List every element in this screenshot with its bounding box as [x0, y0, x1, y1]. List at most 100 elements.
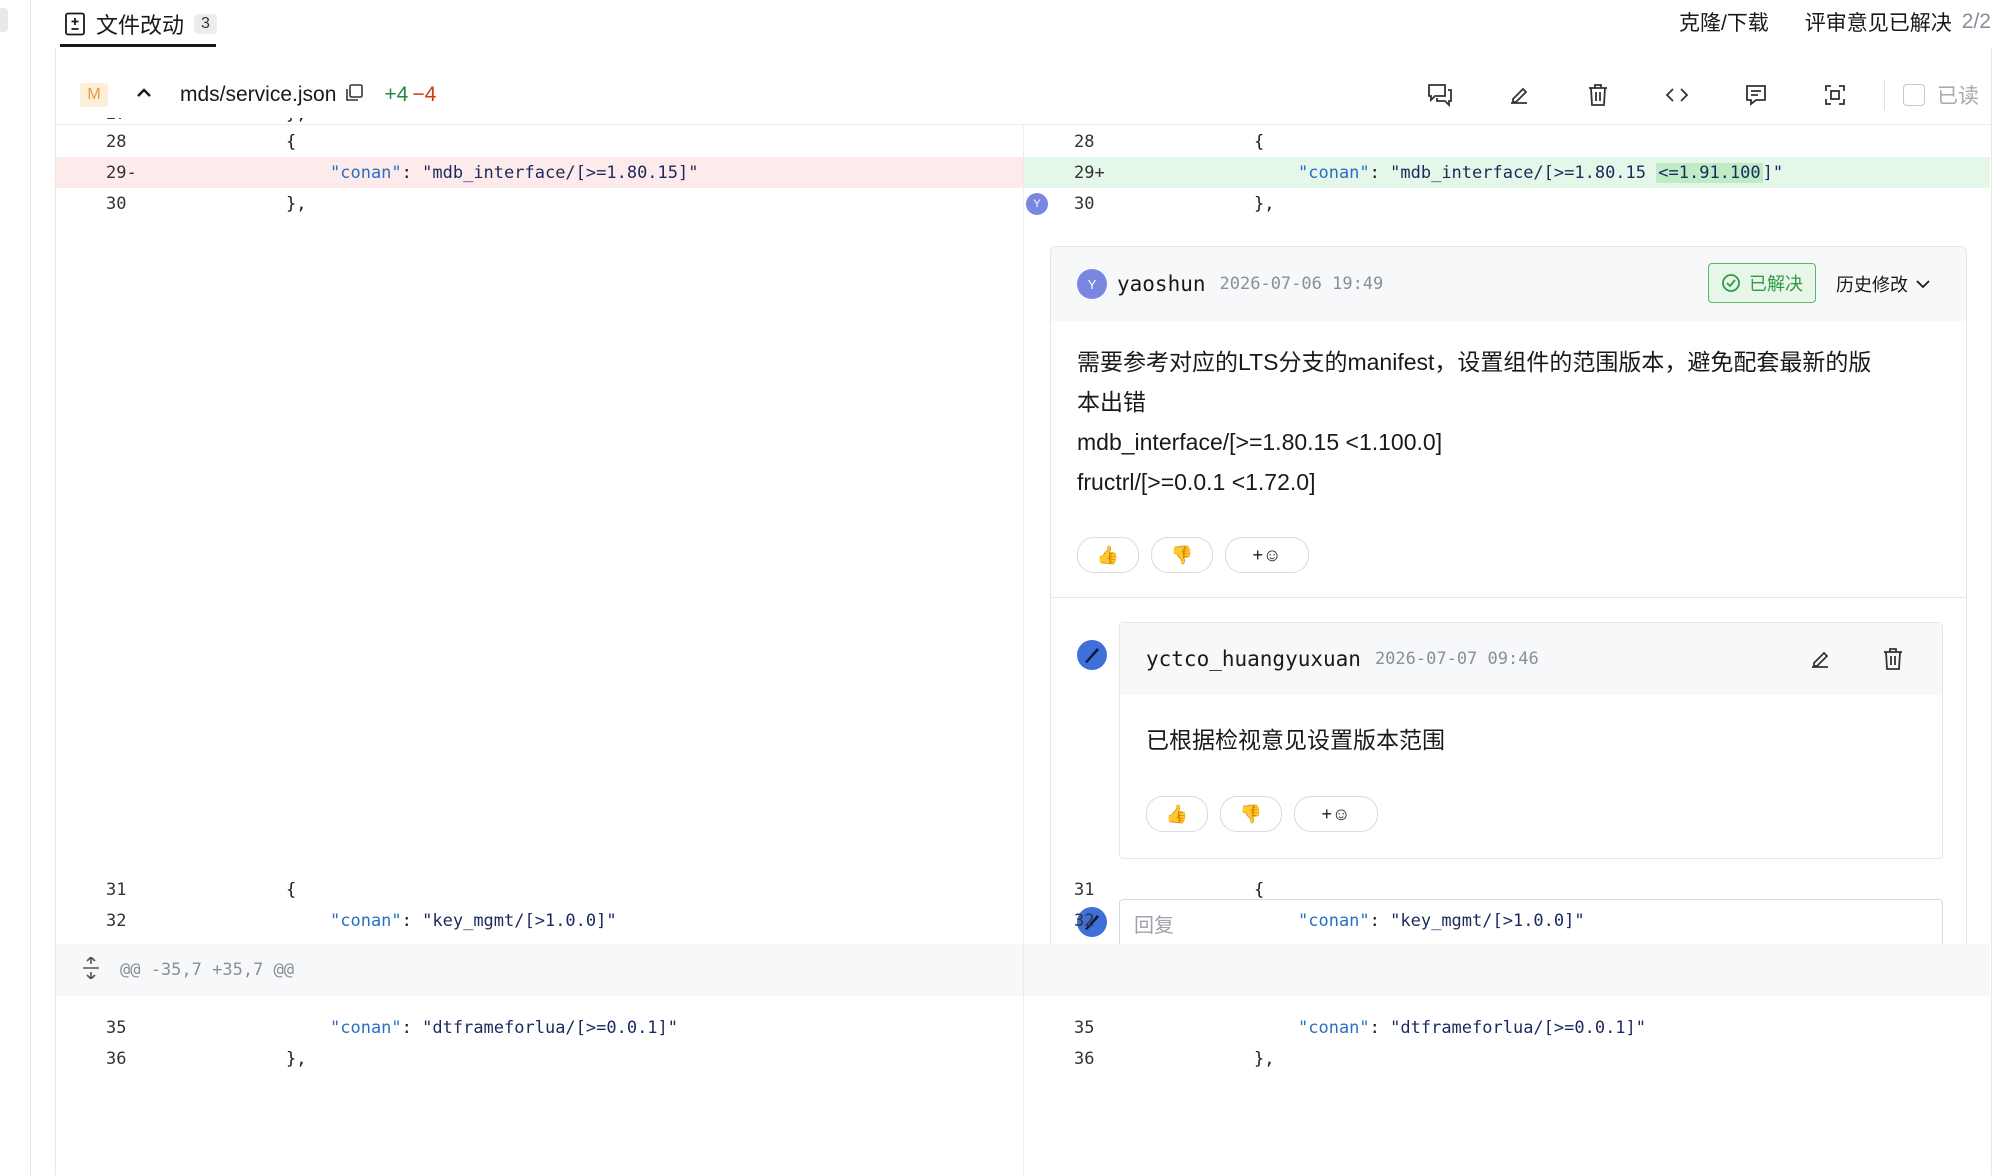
file-header: M mds/service.json +4 −4 已读 — [56, 66, 1991, 125]
tab-files-count: 3 — [194, 14, 217, 34]
thumbs-down-reaction[interactable]: 👎 — [1220, 796, 1282, 832]
resolved-button[interactable]: 已解决 — [1708, 263, 1816, 303]
delete-icon[interactable] — [1558, 66, 1637, 124]
hunk-range: @@ -35,7 +35,7 @@ — [120, 960, 294, 980]
code-value: "key_mgmt/[>1.0.0]" — [422, 910, 617, 931]
file-name: mds/service.json — [180, 83, 337, 106]
code-key: "conan" — [330, 162, 402, 183]
thumbs-up-reaction[interactable]: 👍 — [1077, 537, 1139, 573]
additions-count: +4 — [384, 83, 409, 106]
fullscreen-icon[interactable] — [1795, 66, 1874, 124]
reply-card: yctco_huangyuxuan 2026-07-07 09:46 已根据检视… — [1119, 622, 1943, 859]
line-number: 36 — [106, 1048, 127, 1069]
code-view-icon[interactable] — [1637, 66, 1716, 124]
delete-icon[interactable] — [1882, 647, 1904, 676]
edit-icon[interactable] — [1479, 66, 1558, 124]
code-line: }, — [286, 193, 307, 214]
line-number: 32 — [1074, 910, 1095, 931]
tab-active-indicator — [60, 44, 216, 47]
code-value-end: ]" — [1762, 162, 1784, 183]
line-number: 31 — [106, 879, 127, 900]
code-key: "conan" — [1298, 1017, 1370, 1038]
code-line: "conan": "key_mgmt/[>1.0.0]" — [1298, 910, 1585, 931]
diff-row: Y 30 }, — [1024, 188, 1990, 219]
hunk-header-right — [1024, 944, 1990, 996]
read-label: 已读 — [1937, 85, 1979, 108]
line-number: 35 — [106, 1017, 127, 1038]
file-diff-icon — [65, 12, 85, 36]
history-label: 历史修改 — [1836, 275, 1908, 295]
code-key: "conan" — [1298, 910, 1370, 931]
diff-row: 28 { — [56, 126, 1023, 157]
read-checkbox-box[interactable] — [1903, 84, 1925, 106]
left-rail — [0, 0, 31, 1175]
comment-reactions: 👍 👎 +☺ — [1077, 537, 1309, 573]
code-value: "dtframeforlua/[>=0.0.1]" — [422, 1017, 679, 1038]
line-number: 32 — [106, 910, 127, 931]
diff-row: 36 }, — [56, 1043, 1023, 1074]
comment-body: 需要参考对应的LTS分支的manifest，设置组件的范围版本，避免配套最新的版… — [1077, 342, 1940, 502]
comment-time: 2026-07-06 19:49 — [1219, 274, 1384, 294]
comment-line: 本出错 — [1077, 389, 1146, 415]
resolved-label: 已解决 — [1749, 274, 1803, 294]
thumbs-up-reaction[interactable]: 👍 — [1146, 796, 1208, 832]
hunk-header: @@ -35,7 +35,7 @@ — [56, 944, 1023, 996]
diff-left-column: 27 }, 28 { 29- "conan": "mdb_interface/[… — [56, 118, 1024, 1175]
code-line: }, — [1254, 1048, 1275, 1069]
expand-lines-icon[interactable] — [82, 955, 100, 984]
file-status-badge: M — [80, 83, 108, 107]
line-number: 36 — [1074, 1048, 1095, 1069]
code-line: "conan": "key_mgmt/[>1.0.0]" — [330, 910, 617, 931]
top-bar: 文件改动 3 克隆/下载 评审意见已解决 2/2 — [30, 0, 1999, 50]
mark-read-checkbox[interactable]: 已读 — [1903, 80, 1979, 110]
header-separator — [1884, 80, 1885, 110]
line-comment-avatar[interactable]: Y — [1026, 192, 1048, 215]
diff-row-added: 29+ "conan": "mdb_interface/[>=1.80.15 <… — [1024, 157, 1990, 188]
tab-files-changed[interactable]: 文件改动 3 — [64, 0, 217, 48]
thread-divider — [1051, 597, 1966, 598]
clone-download-button[interactable]: 克隆/下载 — [1679, 7, 1769, 37]
code-key: "conan" — [330, 1017, 402, 1038]
line-number: 30 — [1074, 193, 1095, 214]
review-resolved-label[interactable]: 评审意见已解决 — [1805, 7, 1952, 37]
diff-row: 30 }, — [56, 188, 1023, 219]
rail-handle[interactable] — [0, 8, 8, 32]
comments-icon[interactable] — [1400, 66, 1479, 124]
line-number: 28 — [1074, 131, 1095, 152]
reply-header: yctco_huangyuxuan 2026-07-07 09:46 — [1120, 623, 1942, 695]
deletions-count: −4 — [412, 83, 437, 106]
diff-row: 31 { — [1024, 874, 1990, 905]
code-line: { — [286, 879, 297, 900]
code-line: "conan": "dtframeforlua/[>=0.0.1]" — [1298, 1017, 1647, 1038]
code-value: "mdb_interface/[>=1.80.15 — [1390, 162, 1647, 183]
diff-row-deleted: 29- "conan": "mdb_interface/[>=1.80.15]" — [56, 157, 1023, 188]
diff-row: 36 }, — [1024, 1043, 1990, 1074]
diff-right-column: 28 { 29+ "conan": "mdb_interface/[>=1.80… — [1024, 126, 1990, 1175]
edit-icon[interactable] — [1808, 647, 1832, 676]
deleted-marker: - — [126, 162, 137, 183]
code-line: }, — [1254, 193, 1275, 214]
code-line: "conan": "dtframeforlua/[>=0.0.1]" — [330, 1017, 679, 1038]
comment-author: yaoshun — [1117, 272, 1206, 296]
diff-row: 35 "conan": "dtframeforlua/[>=0.0.1]" — [56, 1012, 1023, 1043]
code-line: "conan": "mdb_interface/[>=1.80.15]" — [330, 162, 699, 183]
reply-reactions: 👍 👎 +☺ — [1146, 796, 1378, 832]
comment-thread: Y yaoshun 2026-07-06 19:49 已解决 历史修改 需要参考… — [1050, 246, 1967, 963]
code-value: "dtframeforlua/[>=0.0.1]" — [1390, 1017, 1647, 1038]
code-line: { — [1254, 879, 1265, 900]
comment-line: fructrl/[>=0.0.1 <1.72.0] — [1077, 469, 1316, 495]
line-number: 30 — [106, 193, 127, 214]
thumbs-down-reaction[interactable]: 👎 — [1151, 537, 1213, 573]
comment-line: 需要参考对应的LTS分支的manifest，设置组件的范围版本，避免配套最新的版 — [1077, 349, 1872, 375]
reply-avatar — [1077, 640, 1107, 670]
history-dropdown[interactable]: 历史修改 — [1836, 271, 1930, 297]
line-number: 28 — [106, 131, 127, 152]
add-reaction-button[interactable]: +☺ — [1294, 796, 1378, 832]
add-reaction-button[interactable]: +☺ — [1225, 537, 1309, 573]
code-line: }, — [286, 1048, 307, 1069]
code-key: "conan" — [1298, 162, 1370, 183]
comment-icon[interactable] — [1716, 66, 1795, 124]
collapse-chevron-icon[interactable] — [136, 86, 152, 104]
copy-icon[interactable] — [344, 83, 364, 108]
code-value-highlight: <=1.91.100 — [1656, 162, 1763, 183]
